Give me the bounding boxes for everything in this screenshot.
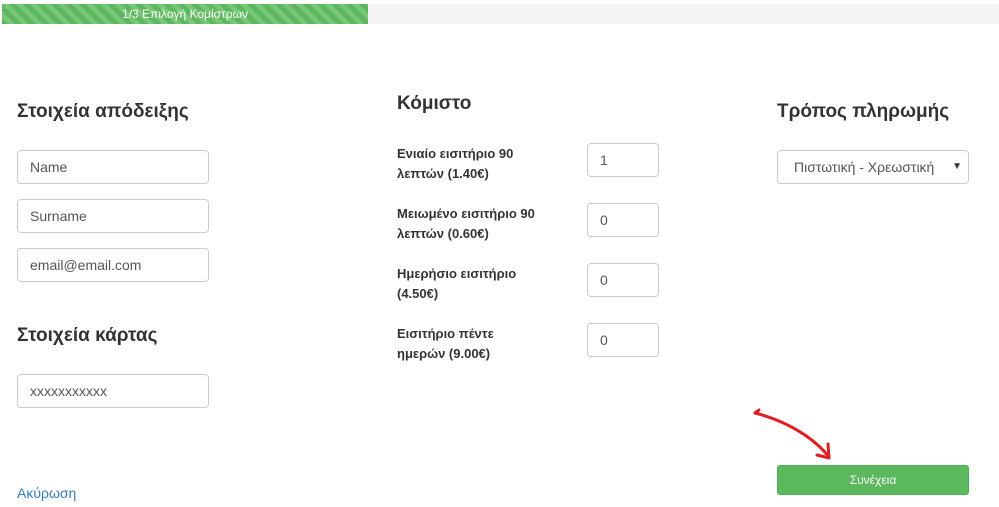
select-caret-icon: ▼ bbox=[952, 161, 962, 172]
cancel-link[interactable]: Ακύρωση bbox=[17, 485, 76, 501]
fare-label-single-90: Ενιαίο εισιτήριο 90 λεπτών (1.40€) bbox=[397, 146, 514, 181]
quantity-input-five-day[interactable] bbox=[587, 323, 659, 357]
receipt-section-title: Στοιχεία απόδειξης bbox=[17, 101, 189, 122]
quantity-input-reduced-90[interactable] bbox=[587, 203, 659, 237]
card-number-input[interactable] bbox=[17, 374, 209, 408]
card-section-title: Στοιχεία κάρτας bbox=[17, 325, 158, 346]
email-input[interactable] bbox=[17, 248, 209, 282]
continue-button[interactable]: Συνέχεια bbox=[777, 465, 969, 495]
quantity-input-single-90[interactable] bbox=[587, 143, 659, 177]
red-arrow-annotation-icon bbox=[753, 408, 831, 460]
payment-method-select[interactable]: Πιστωτική - Χρεωστική ▼ bbox=[777, 150, 969, 184]
fare-label-daily: Ημερήσιο εισιτήριο (4.50€) bbox=[397, 266, 517, 301]
progress-bar: 1/3 Επιλογή Κομίστρων bbox=[2, 4, 999, 24]
quantity-input-daily[interactable] bbox=[587, 263, 659, 297]
surname-input[interactable] bbox=[17, 199, 209, 233]
fare-label-reduced-90: Μειωμένο εισιτήριο 90 λεπτών (0.60€) bbox=[397, 206, 535, 241]
payment-section-title: Τρόπος πληρωμής bbox=[777, 101, 950, 122]
fare-label-five-day: Εισιτήριο πέντε ημερών (9.00€) bbox=[397, 326, 494, 361]
payment-method-selected: Πιστωτική - Χρεωστική bbox=[794, 159, 935, 175]
name-input[interactable] bbox=[17, 150, 209, 184]
fare-section-title: Κόμιστο bbox=[397, 93, 472, 114]
progress-fill: 1/3 Επιλογή Κομίστρων bbox=[2, 4, 368, 24]
